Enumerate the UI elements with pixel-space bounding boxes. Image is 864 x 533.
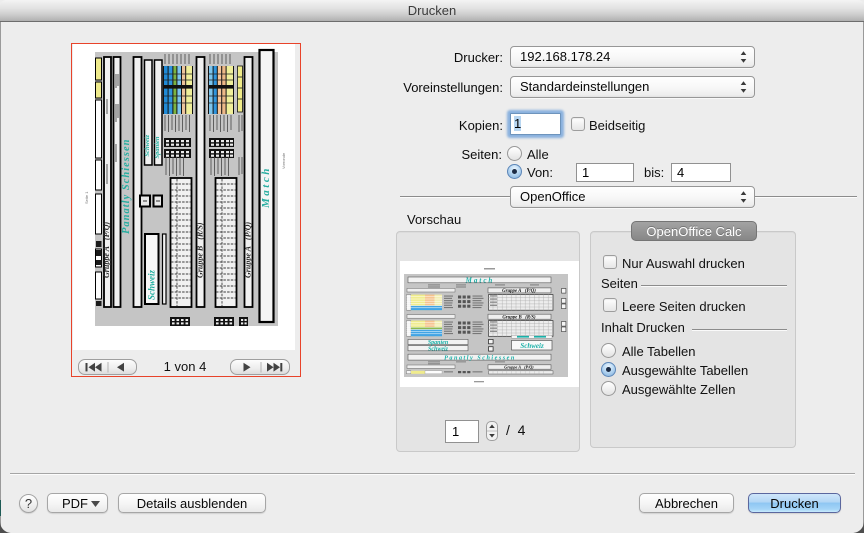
svg-text:Schweiz: Schweiz	[428, 346, 449, 352]
svg-text:Spanien: Spanien	[428, 340, 449, 346]
svg-text:Schweiz: Schweiz	[147, 269, 157, 300]
svg-text:Match: Match	[465, 276, 495, 284]
svg-text:Vorronde: Vorronde	[281, 152, 286, 169]
svg-text:Gruppe A (P/Q): Gruppe A (P/Q)	[244, 222, 253, 278]
svg-text:Schweiz: Schweiz	[144, 134, 151, 156]
svg-text:Panatly Schiessen: Panatly Schiessen	[444, 355, 516, 362]
svg-text:Gruppe A (P/Q): Gruppe A (P/Q)	[102, 222, 111, 278]
svg-text:Schweiz: Schweiz	[520, 342, 544, 350]
svg-text:Gruppe B (R/S): Gruppe B (R/S)	[502, 316, 536, 321]
svg-text:Gruppe A (P/Q): Gruppe A (P/Q)	[502, 289, 536, 294]
svg-text:Gruppe A (P/Q): Gruppe A (P/Q)	[504, 365, 534, 370]
svg-text:Gruppe B (R/S): Gruppe B (R/S)	[196, 222, 205, 278]
svg-text:Panatly Schiessen: Panatly Schiessen	[121, 139, 132, 234]
svg-text:Spanien: Spanien	[154, 136, 161, 158]
svg-text:Seite 1: Seite 1	[84, 191, 89, 204]
svg-text:Match: Match	[260, 166, 272, 209]
